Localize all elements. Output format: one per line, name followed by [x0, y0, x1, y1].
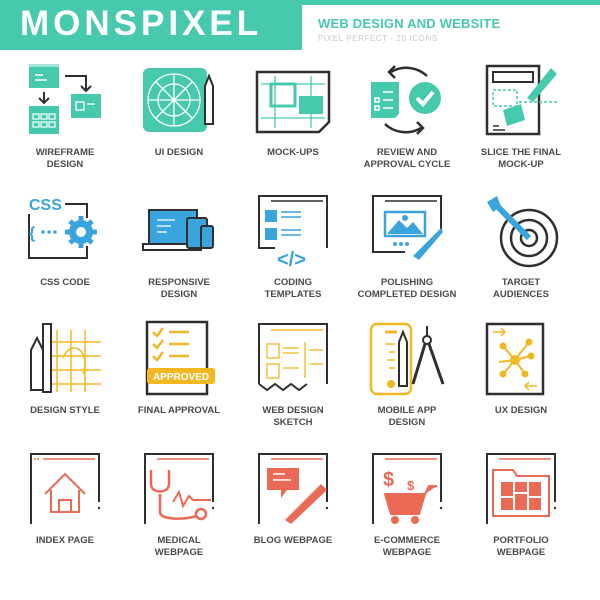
icon-label: WIREFRAME DESIGN — [35, 147, 95, 170]
coding-templates-icon: </> — [258, 195, 328, 268]
svg-text:{: { — [29, 225, 35, 242]
icon-mobile-app-design: MOBILE APP DESIGN — [350, 320, 464, 445]
icon-label: MOCK-UPS — [267, 147, 319, 158]
icon-label: DESIGN STYLE — [30, 405, 100, 416]
css-code-icon: CSS { — [28, 197, 97, 259]
icon-label: CSS CODE — [40, 277, 90, 288]
web-sketch-icon — [258, 323, 328, 392]
icon-review-and-approval-cycle: REVIEW AND APPROVAL CYCLE — [350, 62, 464, 187]
icon-target-audiences: TARGET AUDIENCES — [464, 192, 578, 317]
portfolio-webpage-icon — [486, 453, 557, 524]
wireframe-icon — [29, 64, 101, 134]
icon-label: CODING TEMPLATES — [264, 277, 322, 300]
icon-slice-the-final-mock-up: SLICE THE FINAL MOCK-UP — [464, 62, 578, 187]
svg-text:$: $ — [407, 478, 415, 493]
ecommerce-webpage-icon: $ $ — [372, 453, 443, 524]
icon-wireframe-design: WIREFRAME DESIGN — [8, 62, 122, 187]
tagline: PIXEL PERFECT - 20 ICONS — [318, 34, 438, 43]
icon-coding-templates: </> CODING TEMPLATES — [236, 192, 350, 317]
icon-label: MOBILE APP DESIGN — [377, 405, 437, 428]
index-page-icon — [30, 453, 101, 524]
polishing-design-icon — [372, 195, 443, 260]
icon-label: PORTFOLIO WEBPAGE — [493, 535, 549, 558]
icon-mock-ups: MOCK-UPS — [236, 62, 350, 187]
page-title: WEB DESIGN AND WEBSITE — [318, 16, 501, 31]
design-style-icon — [30, 323, 101, 393]
icon-label: UX DESIGN — [494, 405, 548, 416]
ui-design-icon — [143, 68, 214, 132]
slice-mockup-icon — [485, 64, 557, 136]
icon-label: REVIEW AND APPROVAL CYCLE — [363, 147, 451, 170]
brand-logo: MONSPIXEL — [20, 4, 263, 43]
icon-blog-webpage: BLOG WEBPAGE — [236, 450, 350, 575]
icon-label: TARGET AUDIENCES — [493, 277, 549, 300]
icon-label: POLISHING COMPLETED DESIGN — [357, 277, 457, 300]
icon-css-code: CSS { CSS CODE — [8, 192, 122, 317]
blog-webpage-icon — [258, 453, 329, 524]
ux-design-icon — [485, 322, 545, 396]
icon-design-style: DESIGN STYLE — [8, 320, 122, 445]
medical-webpage-icon — [144, 453, 215, 524]
svg-text:</>: </> — [277, 249, 306, 268]
icon-portfolio-webpage: PORTFOLIO WEBPAGE — [464, 450, 578, 575]
icon-e-commerce-webpage: $ $ E-COMMERCE WEBPAGE — [350, 450, 464, 575]
icon-ux-design: UX DESIGN — [464, 320, 578, 445]
target-icon — [487, 196, 559, 268]
icon-final-approval: APPROVED FINAL APPROVAL — [122, 320, 236, 445]
icon-polishing-completed-design: POLISHING COMPLETED DESIGN — [350, 192, 464, 317]
icon-ui-design: UI DESIGN — [122, 62, 236, 187]
icon-label: UI DESIGN — [154, 147, 204, 158]
responsive-design-icon — [142, 209, 214, 251]
dollar-icon: $ — [383, 469, 394, 491]
brand-strip — [302, 0, 600, 5]
icon-web-design-sketch: WEB DESIGN SKETCH — [236, 320, 350, 445]
approved-badge: APPROVED — [153, 372, 209, 383]
mobile-app-icon — [369, 322, 445, 396]
icon-label: E-COMMERCE WEBPAGE — [374, 535, 440, 558]
header-banner: MONSPIXEL WEB DESIGN AND WEBSITE PIXEL P… — [0, 0, 600, 50]
icon-label: INDEX PAGE — [36, 535, 94, 546]
icon-responsive-design: RESPONSIVE DESIGN — [122, 192, 236, 317]
icon-label: RESPONSIVE DESIGN — [148, 277, 210, 300]
review-cycle-icon — [371, 65, 441, 135]
mock-ups-icon — [255, 70, 331, 134]
icon-index-page: INDEX PAGE — [8, 450, 122, 575]
icon-label: MEDICAL WEBPAGE — [154, 535, 204, 558]
final-approval-icon: APPROVED — [145, 320, 215, 396]
icon-label: FINAL APPROVAL — [137, 405, 221, 416]
icon-medical-webpage: MEDICAL WEBPAGE — [122, 450, 236, 575]
css-badge: CSS — [29, 197, 62, 214]
icon-label: SLICE THE FINAL MOCK-UP — [480, 147, 562, 170]
icon-label: BLOG WEBPAGE — [253, 535, 333, 546]
icon-label: WEB DESIGN SKETCH — [262, 405, 324, 428]
